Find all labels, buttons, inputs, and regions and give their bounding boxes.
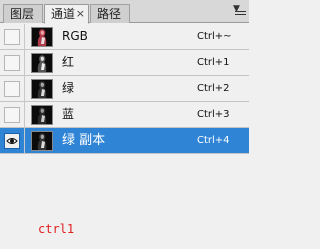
eye-icon — [6, 138, 18, 144]
channel-thumbnail — [31, 105, 53, 125]
channel-shortcut: Ctrl+2 — [197, 83, 230, 94]
tab-channels-label: 通道 — [51, 7, 76, 21]
panel-menu-icon[interactable]: ▼ — [233, 5, 247, 19]
tab-layers[interactable]: 图层 — [3, 4, 43, 23]
tab-paths-label: 路径 — [97, 7, 122, 21]
panel-tab-bar: 图层 通道 × 路径 ▼ — [0, 0, 249, 24]
visibility-toggle[interactable] — [4, 107, 20, 123]
divider — [24, 76, 25, 102]
channel-thumbnail — [31, 53, 53, 73]
channel-thumbnail — [31, 79, 53, 99]
visibility-toggle[interactable] — [4, 55, 20, 71]
divider — [24, 102, 25, 128]
channel-row-blue[interactable]: 蓝 Ctrl+3 — [0, 102, 249, 128]
divider — [24, 24, 25, 50]
visibility-toggle[interactable] — [4, 29, 20, 45]
tab-channels[interactable]: 通道 × — [44, 4, 89, 24]
tab-paths[interactable]: 路径 — [90, 4, 130, 23]
tab-layers-label: 图层 — [10, 7, 35, 21]
channel-row-rgb[interactable]: RGB Ctrl+~ — [0, 24, 249, 50]
menu-lines-icon — [235, 11, 246, 18]
channel-row-red[interactable]: 红 Ctrl+1 — [0, 50, 249, 76]
channel-name: 绿 — [62, 81, 75, 95]
channel-list: RGB Ctrl+~ 红 Ctrl+1 绿 Ctrl+2 蓝 Ctrl+3 绿 … — [0, 24, 249, 154]
channel-shortcut: Ctrl+4 — [197, 135, 230, 146]
divider — [24, 50, 25, 76]
channel-shortcut: Ctrl+1 — [197, 57, 230, 68]
channel-shortcut: Ctrl+~ — [197, 31, 232, 42]
channel-thumbnail — [31, 27, 53, 47]
annotation-text: ctrl1 — [38, 222, 75, 236]
channel-shortcut: Ctrl+3 — [197, 109, 230, 120]
channel-name: 蓝 — [62, 107, 75, 121]
channel-name: 红 — [62, 55, 75, 69]
visibility-toggle[interactable] — [4, 133, 20, 149]
divider — [24, 128, 25, 154]
channels-panel: 图层 通道 × 路径 ▼ RGB Ctrl+~ 红 Ctrl+1 绿 Ctrl+… — [0, 0, 249, 249]
channel-name: RGB — [62, 29, 88, 43]
visibility-toggle[interactable] — [4, 81, 20, 97]
close-icon[interactable]: × — [76, 5, 85, 23]
channel-thumbnail — [31, 131, 53, 151]
channel-row-green[interactable]: 绿 Ctrl+2 — [0, 76, 249, 102]
channel-row-green-copy[interactable]: 绿 副本 Ctrl+4 — [0, 128, 249, 154]
channel-name: 绿 副本 — [62, 133, 106, 148]
